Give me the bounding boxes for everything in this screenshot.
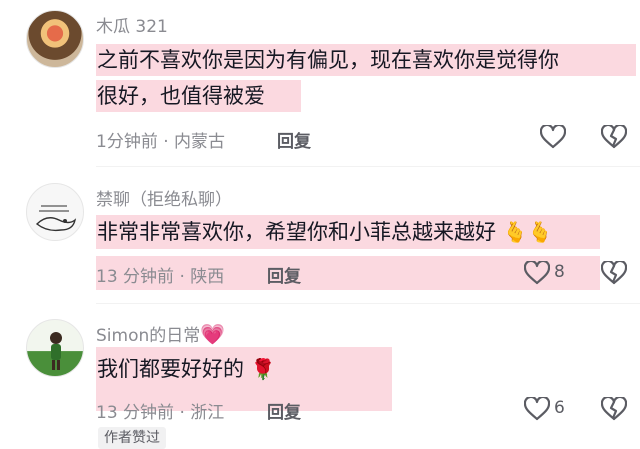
comment-meta: 1分钟前 · 内蒙古	[96, 132, 226, 152]
emoji: 🫰🫰	[502, 220, 553, 244]
avatar-sketch	[35, 205, 77, 232]
username-text: Simon的日常	[96, 326, 201, 346]
reply-button[interactable]: 回复	[267, 398, 301, 423]
comment-username[interactable]: 木瓜 321	[96, 12, 168, 37]
avatar[interactable]	[26, 319, 84, 377]
like-count: 8	[554, 262, 565, 282]
comment-meta: 13 分钟前 · 浙江	[96, 403, 225, 423]
comment-username[interactable]: Simon的日常💗	[96, 321, 225, 346]
heart-outline-icon[interactable]	[524, 397, 550, 421]
comment-text-line: 很好，也值得被爱	[97, 84, 265, 108]
avatar-photo	[50, 332, 62, 370]
avatar[interactable]	[26, 183, 84, 241]
heart-outline-icon[interactable]	[540, 125, 566, 149]
comment-text: 非常非常喜欢你，希望你和小菲总越来越好 🫰🫰	[97, 216, 553, 248]
comment-text: 我们都要好好的 🌹	[97, 353, 276, 385]
divider	[96, 166, 640, 167]
emoji: 💗	[200, 322, 226, 346]
reply-button[interactable]: 回复	[277, 127, 311, 152]
comment-text-line: 之前不喜欢你是因为有偏见，现在喜欢你是觉得你	[97, 48, 559, 72]
broken-heart-icon[interactable]	[601, 397, 627, 421]
divider	[96, 303, 640, 304]
broken-heart-icon[interactable]	[601, 125, 627, 149]
like-count: 6	[554, 398, 565, 418]
comment-text-line: 我们都要好好的	[97, 357, 244, 381]
avatar[interactable]	[26, 10, 84, 68]
emoji: 🌹	[250, 357, 276, 381]
heart-outline-icon[interactable]	[524, 261, 550, 285]
broken-heart-icon[interactable]	[601, 261, 627, 285]
comment-text-line: 非常非常喜欢你，希望你和小菲总越来越好	[97, 220, 496, 244]
comment-meta: 13 分钟前 · 陕西	[96, 267, 225, 287]
comment-username[interactable]: 禁聊（拒绝私聊）	[96, 185, 232, 210]
reply-button[interactable]: 回复	[267, 262, 301, 287]
